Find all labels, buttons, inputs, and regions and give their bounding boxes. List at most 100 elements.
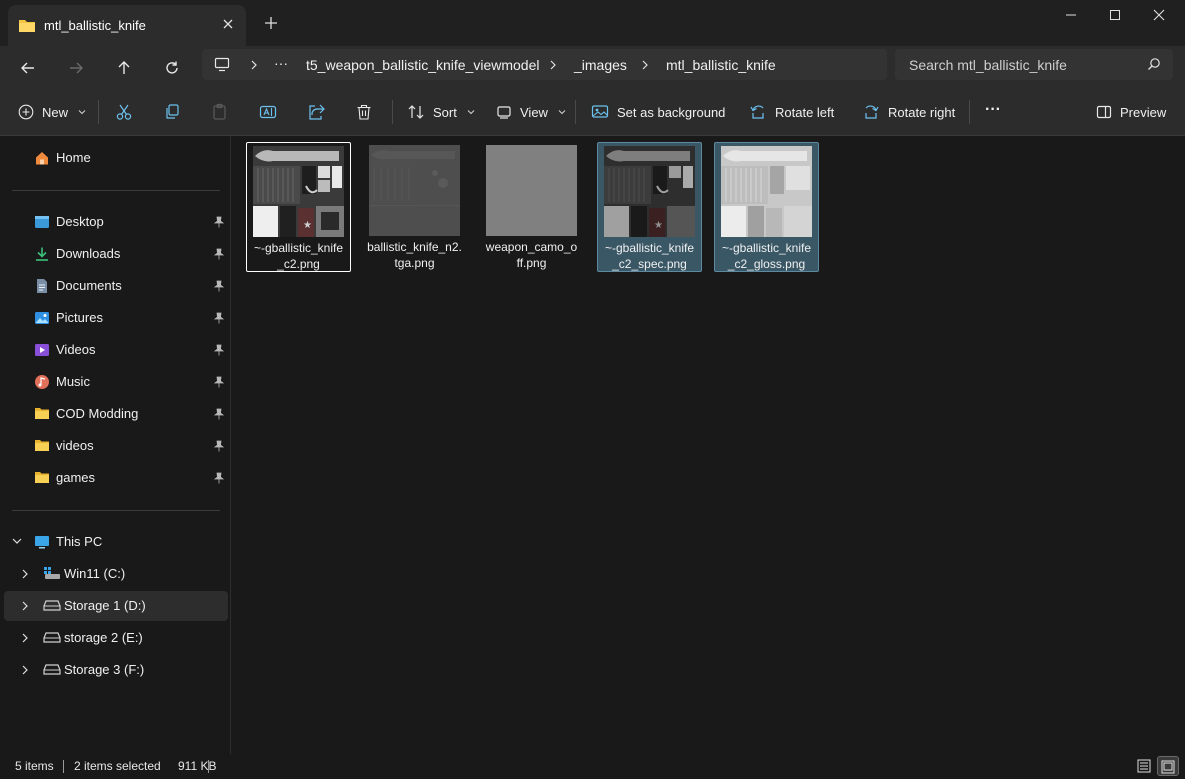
tab-mtl-ballistic-knife[interactable]: mtl_ballistic_knife bbox=[8, 5, 246, 46]
pin-icon[interactable] bbox=[214, 440, 224, 452]
refresh-button[interactable] bbox=[158, 54, 186, 82]
pin-icon[interactable] bbox=[214, 344, 224, 356]
breadcrumb-ellipsis[interactable]: ··· bbox=[274, 55, 288, 71]
rotate-left-icon bbox=[749, 103, 767, 121]
address-bar[interactable]: ··· t5_weapon_ballistic_knife_viewmodel … bbox=[202, 49, 887, 80]
sidebar-item-home[interactable]: Home bbox=[4, 143, 228, 173]
pin-icon[interactable] bbox=[214, 312, 224, 324]
chevron-right-icon[interactable] bbox=[21, 633, 29, 643]
chevron-down-icon bbox=[558, 109, 566, 115]
chevron-right-icon[interactable] bbox=[21, 569, 29, 579]
breadcrumb-item[interactable]: t5_weapon_ballistic_knife_viewmodel bbox=[306, 57, 539, 73]
pin-icon[interactable] bbox=[214, 408, 224, 420]
forward-button[interactable] bbox=[62, 54, 90, 82]
sidebar-item-games[interactable]: games bbox=[4, 463, 228, 493]
sidebar-item-label: games bbox=[56, 470, 96, 485]
sidebar-item-drive-d[interactable]: Storage 1 (D:) bbox=[4, 591, 228, 621]
maximize-button[interactable] bbox=[1093, 4, 1137, 28]
sidebar-item-desktop[interactable]: Desktop bbox=[4, 207, 228, 237]
new-tab-icon[interactable] bbox=[262, 14, 280, 32]
sidebar-item-drive-c[interactable]: Win11 (C:) bbox=[4, 559, 228, 589]
drive-icon bbox=[43, 662, 61, 676]
document-icon bbox=[34, 278, 50, 294]
breadcrumb-item-current[interactable]: mtl_ballistic_knife bbox=[666, 57, 776, 73]
pin-icon[interactable] bbox=[214, 280, 224, 292]
file-item[interactable]: ~-gballistic_knife _c2_gloss.png bbox=[714, 142, 819, 272]
share-icon bbox=[307, 103, 325, 121]
sidebar-item-drive-e[interactable]: storage 2 (E:) bbox=[4, 623, 228, 653]
toolbar-divider bbox=[969, 100, 970, 124]
set-as-background-button[interactable]: Set as background bbox=[591, 98, 725, 126]
sidebar-item-music[interactable]: Music bbox=[4, 367, 228, 397]
cut-button[interactable] bbox=[115, 98, 133, 126]
breadcrumb-item[interactable]: _images bbox=[574, 57, 627, 73]
rotate-right-button[interactable]: Rotate right bbox=[862, 98, 955, 126]
selection-size: 911 KB bbox=[178, 759, 217, 773]
sidebar-item-pictures[interactable]: Pictures bbox=[4, 303, 228, 333]
delete-button[interactable] bbox=[355, 98, 373, 126]
close-tab-icon[interactable] bbox=[220, 16, 236, 32]
file-item[interactable]: weapon_camo_o ff.png bbox=[480, 142, 585, 272]
sort-button[interactable]: Sort bbox=[407, 98, 475, 126]
folder-icon bbox=[34, 470, 50, 485]
sort-label: Sort bbox=[433, 104, 457, 120]
folder-icon bbox=[34, 406, 50, 421]
tab-title: mtl_ballistic_knife bbox=[44, 18, 146, 33]
paste-button[interactable] bbox=[211, 98, 229, 126]
preview-pane-icon bbox=[1096, 104, 1112, 120]
sidebar-item-label: Home bbox=[56, 150, 91, 165]
sidebar-item-label: This PC bbox=[56, 534, 103, 549]
rotate-right-label: Rotate right bbox=[888, 104, 956, 120]
sidebar-item-label: Win11 (C:) bbox=[64, 566, 126, 581]
sidebar-item-downloads[interactable]: Downloads bbox=[4, 239, 228, 269]
more-options-button[interactable]: ··· bbox=[985, 96, 1001, 124]
copy-button[interactable] bbox=[163, 98, 181, 126]
trash-icon bbox=[355, 103, 373, 121]
pin-icon[interactable] bbox=[214, 216, 224, 228]
search-box[interactable]: Search mtl_ballistic_knife bbox=[895, 49, 1173, 80]
share-button[interactable] bbox=[307, 98, 325, 126]
pin-icon[interactable] bbox=[214, 472, 224, 484]
search-icon[interactable] bbox=[1147, 57, 1161, 71]
chevron-right-icon[interactable] bbox=[21, 601, 29, 611]
details-view-button[interactable] bbox=[1133, 756, 1155, 776]
sidebar-item-drive-f[interactable]: Storage 3 (F:) bbox=[4, 655, 228, 685]
sidebar-item-this-pc[interactable]: This PC bbox=[4, 527, 228, 557]
preview-pane-button[interactable]: Preview bbox=[1096, 98, 1166, 126]
chevron-down-icon[interactable] bbox=[12, 537, 22, 545]
pin-icon[interactable] bbox=[214, 376, 224, 388]
new-button[interactable]: New bbox=[18, 98, 86, 126]
file-item[interactable]: ★ ~-gballistic_knife _c2_spec.png bbox=[597, 142, 702, 272]
status-divider bbox=[63, 760, 64, 773]
sidebar-item-label: videos bbox=[56, 438, 94, 453]
chevron-right-icon[interactable] bbox=[21, 665, 29, 675]
file-item[interactable]: ★ ~-gballistic_knife _c2.png bbox=[246, 142, 351, 272]
rename-button[interactable] bbox=[259, 98, 277, 126]
folder-icon bbox=[18, 17, 36, 33]
pin-icon[interactable] bbox=[214, 248, 224, 260]
sidebar-item-videos[interactable]: Videos bbox=[4, 335, 228, 365]
rotate-left-label: Rotate left bbox=[775, 104, 835, 120]
large-icons-view-button[interactable] bbox=[1157, 756, 1179, 776]
wallpaper-icon bbox=[591, 103, 609, 121]
view-button[interactable]: View bbox=[496, 98, 566, 126]
sidebar-item-videos-folder[interactable]: videos bbox=[4, 431, 228, 461]
pictures-icon bbox=[34, 310, 50, 326]
file-item[interactable]: ballistic_knife_n2. tga.png bbox=[363, 142, 468, 272]
back-button[interactable] bbox=[14, 54, 42, 82]
this-pc-icon bbox=[214, 57, 230, 72]
image-thumbnail: ★ bbox=[604, 146, 695, 237]
home-icon bbox=[34, 150, 50, 166]
minimize-button[interactable] bbox=[1049, 4, 1093, 28]
sidebar-item-label: storage 2 (E:) bbox=[64, 630, 143, 645]
details-view-icon bbox=[1137, 759, 1151, 773]
close-window-button[interactable] bbox=[1137, 4, 1181, 28]
sidebar-item-documents[interactable]: Documents bbox=[4, 271, 228, 301]
folder-icon bbox=[34, 438, 50, 453]
up-button[interactable] bbox=[110, 54, 138, 82]
toolbar-divider bbox=[98, 100, 99, 124]
more-icon: ··· bbox=[985, 101, 1001, 118]
desktop-icon bbox=[34, 214, 50, 230]
rotate-left-button[interactable]: Rotate left bbox=[749, 98, 834, 126]
sidebar-item-cod-modding[interactable]: COD Modding bbox=[4, 399, 228, 429]
